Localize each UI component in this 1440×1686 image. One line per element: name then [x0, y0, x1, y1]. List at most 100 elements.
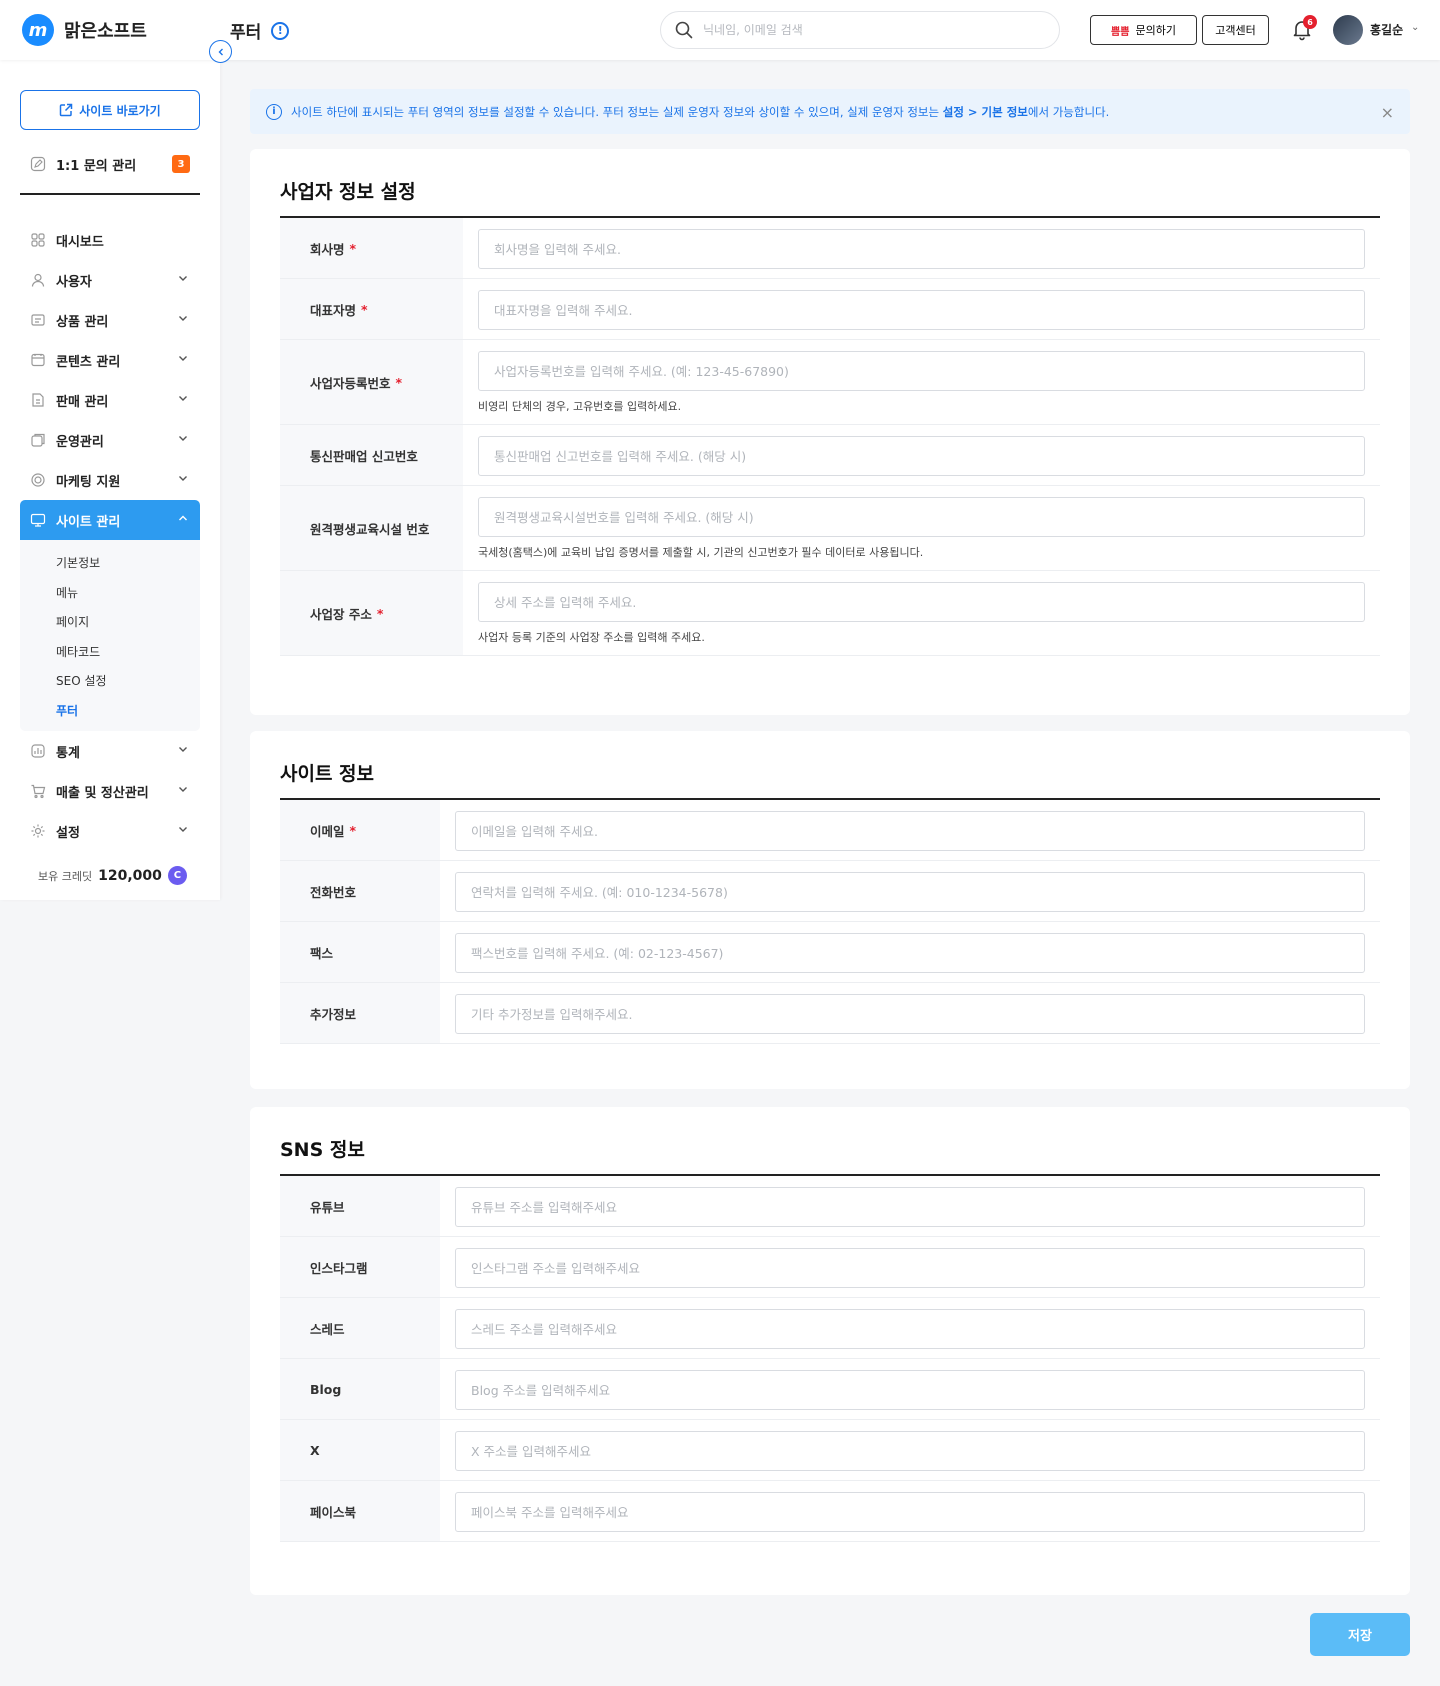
brand-logo[interactable]: m 맑은소프트 [22, 14, 147, 46]
form-row: 전화번호 [280, 861, 1380, 922]
submenu-item[interactable]: SEO 설정 [20, 666, 200, 696]
chevron-down-icon [179, 476, 187, 481]
sidebar-menu: 대시보드 사용자 상품 관리 콘텐츠 관리 판매 관리 운영관리 마케팅 지원 사이트 관리 기… [20, 220, 200, 851]
field-label: 원격평생교육시설 번호 [280, 486, 463, 570]
logo-mark-icon: m [22, 14, 54, 46]
field-label: X [280, 1420, 440, 1480]
chevron-left-icon [218, 48, 223, 55]
field-label: 전화번호 [280, 861, 440, 921]
business-info-card: 사업자 정보 설정 회사명*대표자명*사업자등록번호* 비영리 단체의 경우, 고… [250, 149, 1410, 715]
brand-name: 맑은소프트 [64, 21, 147, 42]
chevron-down-icon [179, 316, 187, 321]
chevron-down-icon [179, 827, 187, 832]
chevron-down-icon [179, 787, 187, 792]
credit-label: 보유 크레딧 [38, 869, 93, 883]
content-icon [31, 353, 45, 367]
text-input[interactable] [455, 1492, 1365, 1532]
help-text: 국세청(홈택스)에 교육비 납입 증명서를 제출할 시, 기관의 신고번호가 필… [478, 546, 924, 559]
sidebar-item[interactable]: 판매 관리 [20, 380, 200, 420]
text-input[interactable] [455, 872, 1365, 912]
user-name[interactable]: 홍길순 [1370, 21, 1403, 38]
text-input[interactable] [455, 1431, 1365, 1471]
text-input[interactable] [455, 1187, 1365, 1227]
inquiry-brand-logo: 쁨쁨 [1111, 26, 1130, 38]
submenu-item[interactable]: 페이지 [20, 607, 200, 637]
sidebar-item[interactable]: 사용자 [20, 260, 200, 300]
form-row: 사업자등록번호* 비영리 단체의 경우, 고유번호를 입력하세요. [280, 340, 1380, 425]
submenu-item[interactable]: 메뉴 [20, 578, 200, 608]
sidebar-item[interactable]: 매출 및 정산관리 [20, 771, 200, 811]
save-button[interactable]: 저장 [1310, 1613, 1410, 1656]
inquiry-button[interactable]: 쁨쁨 문의하기 [1090, 15, 1197, 45]
sidebar-item[interactable]: 사이트 관리 [20, 500, 200, 540]
text-input[interactable] [478, 290, 1365, 330]
site-management-submenu: 기본정보 메뉴 페이지 메타코드 SEO 설정 푸터 [20, 540, 200, 731]
site-shortcut-label: 사이트 바로가기 [79, 103, 161, 118]
external-link-icon [60, 103, 73, 117]
field-label: 인스타그램 [280, 1237, 440, 1297]
submenu-item[interactable]: 메타코드 [20, 637, 200, 667]
submenu-item[interactable]: 푸터 [20, 696, 200, 726]
text-input[interactable] [478, 497, 1365, 537]
form-row: 스레드 [280, 1298, 1380, 1359]
required-mark: * [395, 374, 403, 390]
credit-icon: C [167, 866, 187, 885]
form-row: 사업장 주소* 사업자 등록 기준의 사업장 주소를 입력해 주세요. [280, 571, 1380, 656]
field-label: 대표자명 * [280, 279, 463, 339]
search-input[interactable] [703, 23, 1023, 37]
sidebar-collapse-button[interactable] [209, 40, 232, 63]
form-row: X [280, 1420, 1380, 1481]
site-info-title: 사이트 정보 [280, 763, 375, 785]
sidebar-item[interactable]: 콘텐츠 관리 [20, 340, 200, 380]
sidebar-item-label: 설정 [56, 825, 80, 841]
search-box [660, 11, 1060, 49]
close-icon[interactable]: × [1381, 103, 1394, 122]
site-shortcut-button[interactable]: 사이트 바로가기 [20, 90, 200, 130]
form-row: 원격평생교육시설 번호국세청(홈택스)에 교육비 납입 증명서를 제출할 시, … [280, 486, 1380, 571]
chevron-down-icon [179, 356, 187, 361]
field-label: Blog [280, 1359, 440, 1419]
qna-count-badge: 3 [172, 155, 190, 173]
settings-icon [31, 824, 45, 838]
text-input[interactable] [478, 582, 1365, 622]
text-input[interactable] [455, 1370, 1365, 1410]
form-row: 이메일 * [280, 800, 1380, 861]
required-mark: * [349, 822, 357, 838]
field-label: 추가정보 [280, 983, 440, 1043]
sidebar-item[interactable]: 상품 관리 [20, 300, 200, 340]
text-input[interactable] [478, 436, 1365, 476]
sidebar-divider [20, 193, 200, 195]
sns-info-title: SNS 정보 [280, 1139, 365, 1161]
text-input[interactable] [455, 1309, 1365, 1349]
form-row: 대표자명 * [280, 279, 1380, 340]
text-input[interactable] [455, 933, 1365, 973]
search-icon [675, 21, 693, 39]
text-input[interactable] [455, 994, 1365, 1034]
avatar[interactable] [1333, 15, 1363, 45]
product-icon [31, 314, 45, 326]
text-input[interactable] [478, 229, 1365, 269]
inquiry-label: 문의하기 [1135, 24, 1176, 37]
field-label: 사업자등록번호 * [280, 340, 463, 424]
required-mark: * [376, 605, 384, 621]
sidebar-item[interactable]: 대시보드 [20, 220, 200, 260]
support-center-button[interactable]: 고객센터 [1202, 15, 1269, 45]
submenu-item[interactable]: 기본정보 [20, 548, 200, 578]
text-input[interactable] [455, 811, 1365, 851]
sidebar-item[interactable]: 설정 [20, 811, 200, 851]
sidebar-item[interactable]: 마케팅 지원 [20, 460, 200, 500]
info-icon[interactable]: ! [271, 21, 290, 40]
sidebar-item[interactable]: 운영관리 [20, 420, 200, 460]
form-row: 통신판매업 신고번호 [280, 425, 1380, 486]
info-icon: i [266, 103, 282, 120]
sidebar-item-qna[interactable]: 1:1 문의 관리 3 [30, 152, 190, 176]
sidebar-item[interactable]: 통계 [20, 731, 200, 771]
info-notice: i 사이트 하단에 표시되는 푸터 영역의 정보를 설정할 수 있습니다. 푸터… [250, 89, 1410, 134]
text-input[interactable] [455, 1248, 1365, 1288]
field-label: 스레드 [280, 1298, 440, 1358]
text-input[interactable] [478, 351, 1365, 391]
required-mark: * [349, 240, 357, 256]
chevron-down-icon[interactable]: ⌄ [1411, 22, 1419, 33]
form-row: 페이스북 [280, 1481, 1380, 1542]
chevron-down-icon [179, 436, 187, 441]
